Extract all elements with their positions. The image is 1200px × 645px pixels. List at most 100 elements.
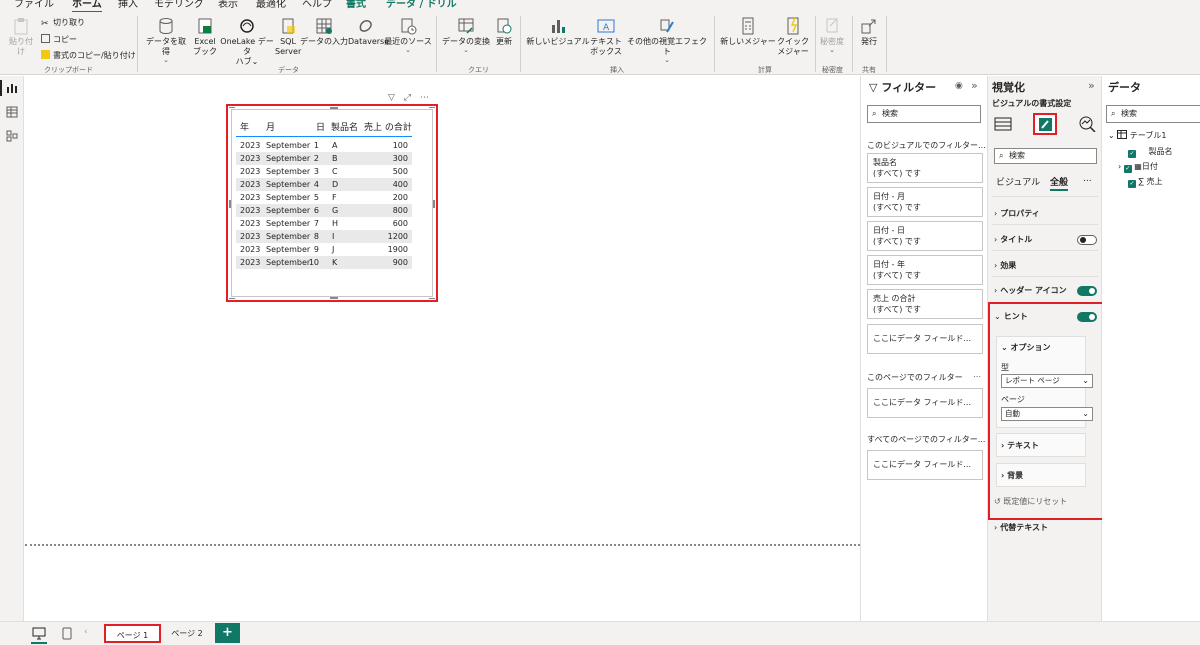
excel-workbook-button[interactable]: Excel ブック: [192, 16, 218, 57]
format-search-input[interactable]: ⌕ 検索: [994, 148, 1097, 164]
new-measure-button[interactable]: 新しいメジャー: [720, 16, 776, 47]
copy-button[interactable]: コピー: [41, 34, 77, 45]
refresh-button[interactable]: 更新: [492, 16, 516, 47]
section-properties[interactable]: › プロパティ: [994, 208, 1098, 219]
field-date[interactable]: › ✓ ▦日付: [1118, 161, 1158, 173]
table-row[interactable]: 2023 September 7 H 600: [236, 217, 412, 230]
column-header-sales-total[interactable]: 売上 の合計: [364, 120, 412, 133]
build-visual-icon[interactable]: [994, 116, 1012, 132]
paste-button[interactable]: 貼り付け: [6, 16, 36, 57]
table-visual[interactable]: 年 月 日 製品名 売上 の合計 2023 September 1 A 100 2023 S…: [226, 104, 438, 302]
table-row[interactable]: 2023 September 4 D 400: [236, 178, 412, 191]
focus-mode-icon[interactable]: ⤢: [404, 93, 411, 103]
resize-handle-corner[interactable]: [229, 107, 235, 108]
filter-card[interactable]: 日付 - 月 (すべて) です: [867, 187, 983, 217]
table-row[interactable]: 2023 September 1 A 100: [236, 139, 412, 152]
menu-tab-insert[interactable]: 挿入: [118, 0, 138, 11]
resize-handle-top[interactable]: [330, 107, 338, 109]
visual-add-field-well[interactable]: ここにデータ フィールド...: [867, 324, 983, 354]
format-visual-tab[interactable]: [1033, 113, 1057, 135]
table-row[interactable]: 2023 September 8 I 1200: [236, 230, 412, 243]
text-card[interactable]: › テキスト: [996, 433, 1086, 457]
new-visual-button[interactable]: 新しいビジュアル: [526, 16, 590, 47]
column-header-year[interactable]: 年: [240, 120, 249, 133]
table-node[interactable]: ⌄ テーブル1: [1108, 130, 1166, 141]
more-tabs-icon[interactable]: ...: [1083, 174, 1092, 184]
sensitivity-button[interactable]: 秘密度 ⌄: [818, 16, 846, 54]
menu-tab-data-drill[interactable]: データ / ドリル: [386, 0, 457, 11]
cut-button[interactable]: ✂ 切り取り: [41, 18, 85, 29]
options-header[interactable]: ⌄ オプション: [1001, 342, 1051, 353]
table-row[interactable]: 2023 September 10 K 900: [236, 256, 412, 269]
publish-button[interactable]: 発行: [856, 16, 882, 47]
reset-to-default-button[interactable]: ↺ 既定値にリセット: [994, 496, 1067, 507]
resize-handle-right[interactable]: [433, 200, 435, 208]
resize-handle-corner[interactable]: [429, 298, 435, 299]
onelake-data-hub-button[interactable]: OneLake データ ハブ⌄: [218, 16, 276, 67]
desktop-layout-icon[interactable]: [32, 627, 46, 640]
dataverse-button[interactable]: Dataverse: [348, 16, 389, 47]
analytics-icon[interactable]: [1078, 116, 1096, 132]
more-visuals-button[interactable]: その他の視覚エフェクト ⌄: [624, 16, 710, 64]
tooltip-type-dropdown[interactable]: レポート ページ ⌄: [1001, 374, 1093, 388]
table-row[interactable]: 2023 September 6 G 800: [236, 204, 412, 217]
column-header-product[interactable]: 製品名: [331, 120, 358, 133]
table-row[interactable]: 2023 September 3 C 500: [236, 165, 412, 178]
all-add-field-well[interactable]: ここにデータ フィールド...: [867, 450, 983, 480]
table-row[interactable]: 2023 September 5 F 200: [236, 191, 412, 204]
field-sales[interactable]: ✓ ∑ 売上: [1128, 176, 1162, 188]
collapse-pane-icon[interactable]: »: [971, 79, 978, 92]
data-search-input[interactable]: ⌕ 検索: [1106, 105, 1200, 123]
resize-handle-corner[interactable]: [429, 107, 435, 108]
get-data-button[interactable]: データを取得 ⌄: [144, 16, 188, 64]
filter-icon[interactable]: ▽: [388, 93, 395, 103]
filter-card[interactable]: 売上 の合計 (すべて) です: [867, 289, 983, 319]
textbox-button[interactable]: A テキスト ボックス: [590, 16, 622, 57]
resize-handle-left[interactable]: [229, 200, 231, 208]
filter-card[interactable]: 日付 - 日 (すべて) です: [867, 221, 983, 251]
page-tab-1[interactable]: ページ 1: [104, 624, 161, 643]
filter-search-input[interactable]: ⌕ 検索: [867, 105, 981, 123]
mobile-layout-icon[interactable]: [62, 627, 72, 640]
title-toggle[interactable]: [1077, 235, 1097, 245]
section-alt-text[interactable]: › 代替テキスト: [994, 522, 1098, 533]
resize-handle-bottom[interactable]: [330, 297, 338, 299]
add-page-button[interactable]: +: [215, 623, 240, 643]
tooltip-page-dropdown[interactable]: 自動 ⌄: [1001, 407, 1093, 421]
resize-handle-corner[interactable]: [229, 298, 235, 299]
page-add-field-well[interactable]: ここにデータ フィールド...: [867, 388, 983, 418]
transform-data-button[interactable]: データの変換 ⌄: [442, 16, 490, 54]
tab-visual[interactable]: ビジュアル: [996, 175, 1040, 188]
previous-page-icon[interactable]: ‹: [84, 627, 88, 637]
table-row[interactable]: 2023 September 9 J 1900: [236, 243, 412, 256]
column-header-month[interactable]: 月: [266, 120, 275, 133]
tab-general[interactable]: 全般: [1050, 175, 1069, 191]
background-card[interactable]: › 背景: [996, 463, 1086, 487]
report-canvas[interactable]: [25, 76, 860, 621]
menu-tab-file[interactable]: ファイル: [14, 0, 54, 11]
enter-data-button[interactable]: データの入力: [300, 16, 348, 47]
collapse-pane-icon[interactable]: »: [1088, 79, 1095, 92]
table-row[interactable]: 2023 September 2 B 300: [236, 152, 412, 165]
column-header-day[interactable]: 日: [316, 120, 325, 133]
page-tab-2[interactable]: ページ 2: [166, 624, 208, 643]
format-painter-button[interactable]: 書式のコピー/貼り付け: [41, 50, 136, 61]
model-view-icon[interactable]: [6, 130, 18, 142]
filter-card[interactable]: 製品名 (すべて) です: [867, 153, 983, 183]
eye-icon[interactable]: ◉: [955, 81, 963, 91]
tooltip-toggle[interactable]: [1077, 312, 1097, 322]
table-view-icon[interactable]: [6, 106, 18, 118]
menu-tab-optimize[interactable]: 最適化: [256, 0, 286, 11]
recent-sources-button[interactable]: 最近のソース ⌄: [384, 16, 432, 54]
quick-measure-button[interactable]: クイック メジャー: [776, 16, 810, 57]
menu-tab-modeling[interactable]: モデリング: [154, 0, 204, 11]
field-product[interactable]: ✓ 製品名: [1128, 146, 1173, 158]
menu-tab-help[interactable]: ヘルプ: [302, 0, 332, 11]
menu-tab-view[interactable]: 表示: [218, 0, 238, 11]
filter-card[interactable]: 日付 - 年 (すべて) です: [867, 255, 983, 285]
more-options-icon[interactable]: ⋯: [420, 93, 429, 103]
sql-server-button[interactable]: SQL Server: [275, 16, 301, 57]
more-options-icon[interactable]: ⋯: [973, 372, 981, 381]
report-view-icon[interactable]: [6, 82, 18, 94]
section-effects[interactable]: › 効果: [994, 260, 1098, 271]
